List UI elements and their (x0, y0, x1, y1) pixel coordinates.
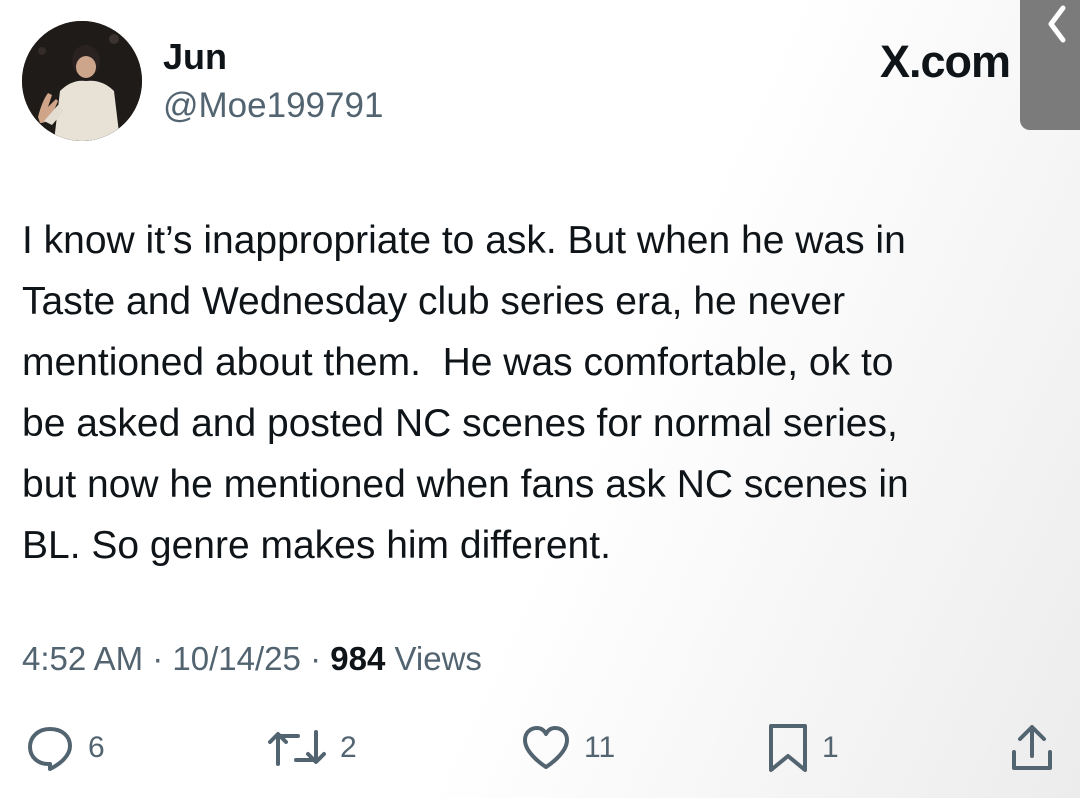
x-com-watermark: X.com (880, 36, 1011, 87)
views-count: 984 (330, 640, 386, 677)
reply-button[interactable]: 6 (24, 722, 105, 774)
tweet-meta: 4:52 AM · 10/14/25 · 984 Views (22, 640, 482, 678)
tweet-card: Jun @Moe199791 X.com I know it’s inappro… (0, 0, 1080, 798)
chevron-left-icon[interactable] (1043, 4, 1069, 44)
views-label: Views (394, 640, 482, 677)
retweet-count: 2 (340, 731, 357, 764)
author-handle[interactable]: @Moe199791 (163, 86, 383, 126)
avatar[interactable] (22, 21, 142, 141)
retweet-icon (268, 730, 326, 766)
reply-icon (28, 727, 72, 771)
reply-count: 6 (88, 731, 105, 764)
bookmark-button[interactable]: 1 (766, 722, 839, 774)
tweet-time[interactable]: 4:52 AM (22, 640, 143, 677)
share-button[interactable] (1010, 722, 1054, 774)
retweet-button[interactable]: 2 (266, 722, 357, 774)
tweet-text: I know it’s inappropriate to ask. But wh… (22, 219, 909, 567)
meta-separator: · (152, 640, 164, 677)
tweet-date[interactable]: 10/14/25 (172, 640, 300, 677)
heart-icon (523, 726, 569, 769)
like-button[interactable]: 11 (520, 722, 615, 774)
like-count: 11 (584, 731, 616, 764)
author-name[interactable]: Jun (163, 36, 227, 78)
share-icon (1012, 725, 1052, 770)
bookmark-count: 1 (822, 731, 839, 764)
bookmark-icon (769, 724, 807, 772)
meta-separator: · (310, 640, 322, 677)
